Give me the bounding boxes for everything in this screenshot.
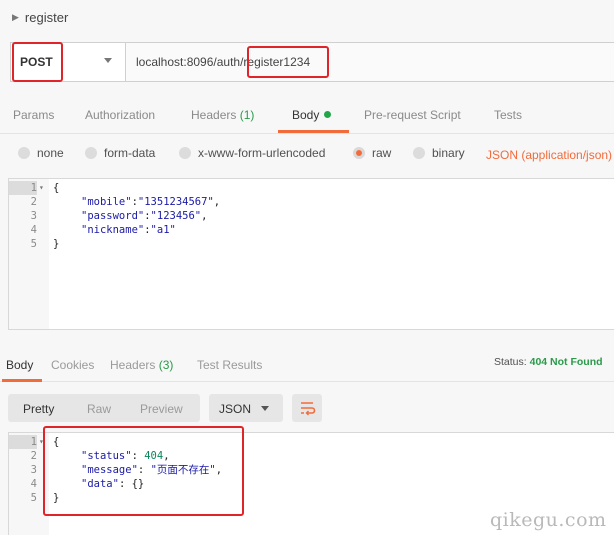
active-response-tab-underline	[2, 379, 42, 382]
line-number: 1	[9, 181, 37, 195]
response-highlight-box	[43, 426, 244, 516]
tab-body[interactable]: Body	[292, 108, 332, 122]
url-highlight-box	[247, 46, 329, 78]
body-active-dot-icon	[324, 111, 332, 118]
radio-icon[interactable]	[413, 147, 425, 159]
response-status: Status: 404 Not Found	[494, 356, 603, 368]
view-raw-button[interactable]: Raw	[87, 402, 111, 416]
body-format-select[interactable]: JSON (application/json)	[486, 148, 612, 162]
request-name: register	[24, 9, 69, 25]
response-tab-cookies[interactable]: Cookies	[51, 358, 94, 372]
chevron-down-icon[interactable]	[104, 58, 112, 63]
radio-selected-icon[interactable]	[353, 147, 365, 159]
method-highlight-box	[12, 42, 63, 82]
chevron-down-icon[interactable]	[261, 406, 269, 411]
radio-binary[interactable]: binary	[413, 146, 465, 160]
radio-form-data[interactable]: form-data	[85, 146, 155, 160]
request-body-editor[interactable]: 1 ▾{ 2 "mobile":"1351234567", 3 "password":…	[8, 178, 614, 330]
caret-right-icon[interactable]: ▶	[12, 12, 19, 23]
tab-tests[interactable]: Tests	[494, 108, 522, 122]
tab-headers[interactable]: Headers (1)	[191, 108, 254, 122]
fold-arrow-icon[interactable]: ▾	[39, 181, 44, 195]
response-tab-body[interactable]: Body	[6, 358, 33, 372]
response-tab-test-results[interactable]: Test Results	[197, 358, 262, 372]
radio-none[interactable]: none	[18, 146, 64, 160]
tab-authorization[interactable]: Authorization	[85, 108, 155, 122]
response-format-label: JSON	[219, 402, 252, 416]
wrap-lines-button[interactable]	[292, 394, 322, 422]
request-title-row[interactable]: ▶ register	[0, 0, 614, 34]
wrap-lines-icon	[301, 402, 316, 416]
radio-raw[interactable]: raw	[353, 146, 391, 160]
radio-icon[interactable]	[85, 147, 97, 159]
view-preview-button[interactable]: Preview	[140, 402, 183, 416]
watermark: qikegu.com	[490, 509, 607, 531]
radio-icon[interactable]	[18, 147, 30, 159]
response-tab-headers[interactable]: Headers (3)	[110, 358, 173, 372]
tab-pre-request-script[interactable]: Pre-request Script	[364, 108, 461, 122]
active-tab-underline	[278, 130, 349, 133]
radio-icon[interactable]	[179, 147, 191, 159]
view-pretty-button[interactable]: Pretty	[23, 402, 54, 416]
tab-params[interactable]: Params	[13, 108, 54, 122]
radio-x-www-form-urlencoded[interactable]: x-www-form-urlencoded	[179, 146, 325, 160]
